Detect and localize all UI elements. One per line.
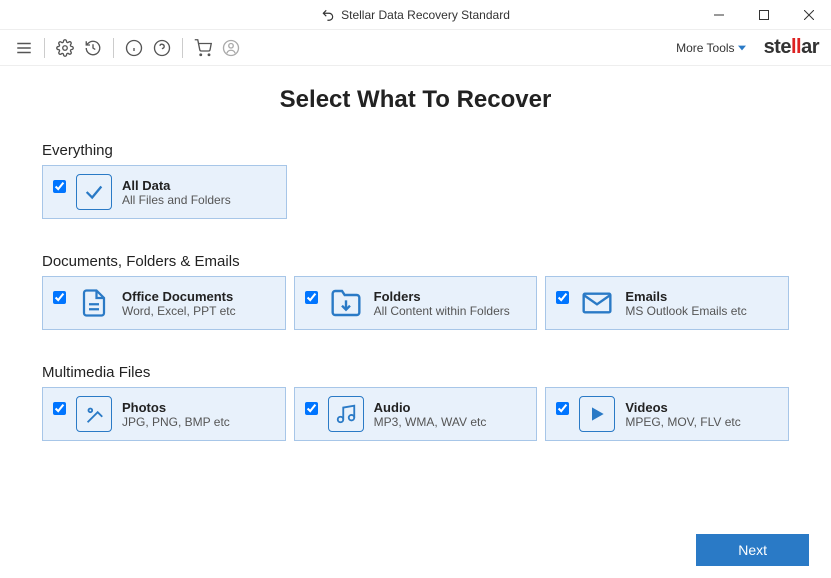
- checkbox-all-data[interactable]: [53, 180, 66, 193]
- history-icon: [84, 39, 102, 57]
- card-title: Folders: [374, 289, 510, 304]
- window-controls: [696, 0, 831, 29]
- music-note-icon: [328, 396, 364, 432]
- gear-icon: [56, 39, 74, 57]
- card-title: Office Documents: [122, 289, 236, 304]
- user-icon: [222, 39, 240, 57]
- info-button[interactable]: [122, 36, 146, 60]
- info-icon: [125, 39, 143, 57]
- separator: [113, 38, 114, 58]
- card-audio[interactable]: Audio MP3, WMA, WAV etc: [294, 387, 538, 441]
- chevron-down-icon: [738, 44, 746, 52]
- section-heading: Everything: [42, 142, 789, 159]
- card-subtitle: MS Outlook Emails etc: [625, 304, 746, 318]
- content: Select What To Recover Everything All Da…: [0, 66, 831, 522]
- window-title: Stellar Data Recovery Standard: [321, 8, 510, 22]
- section-multimedia: Multimedia Files Photos JPG, PNG, BMP et…: [42, 364, 789, 441]
- help-icon: [153, 39, 171, 57]
- maximize-button[interactable]: [741, 0, 786, 30]
- checkbox-folders[interactable]: [305, 291, 318, 304]
- card-title: Audio: [374, 400, 487, 415]
- card-subtitle: MP3, WMA, WAV etc: [374, 415, 487, 429]
- section-documents: Documents, Folders & Emails Office Docum…: [42, 253, 789, 330]
- cart-button[interactable]: [191, 36, 215, 60]
- separator: [44, 38, 45, 58]
- card-office-documents[interactable]: Office Documents Word, Excel, PPT etc: [42, 276, 286, 330]
- card-emails[interactable]: Emails MS Outlook Emails etc: [545, 276, 789, 330]
- section-heading: Multimedia Files: [42, 364, 789, 381]
- document-icon: [76, 285, 112, 321]
- next-button[interactable]: Next: [696, 534, 809, 566]
- toolbar: More Tools stellar: [0, 30, 831, 66]
- more-tools-dropdown[interactable]: More Tools: [676, 41, 745, 55]
- more-tools-label: More Tools: [676, 41, 734, 55]
- folder-download-icon: [328, 285, 364, 321]
- footer: Next: [0, 522, 831, 578]
- minimize-icon: [714, 10, 724, 20]
- titlebar: Stellar Data Recovery Standard: [0, 0, 831, 30]
- card-folders[interactable]: Folders All Content within Folders: [294, 276, 538, 330]
- minimize-button[interactable]: [696, 0, 741, 30]
- close-icon: [804, 10, 814, 20]
- window-title-text: Stellar Data Recovery Standard: [341, 8, 510, 22]
- checkbox-office-documents[interactable]: [53, 291, 66, 304]
- history-button[interactable]: [81, 36, 105, 60]
- checkbox-photos[interactable]: [53, 402, 66, 415]
- card-subtitle: JPG, PNG, BMP etc: [122, 415, 230, 429]
- checkbox-audio[interactable]: [305, 402, 318, 415]
- settings-button[interactable]: [53, 36, 77, 60]
- card-title: Photos: [122, 400, 230, 415]
- envelope-icon: [579, 285, 615, 321]
- image-icon: [76, 396, 112, 432]
- maximize-icon: [759, 10, 769, 20]
- card-title: Videos: [625, 400, 740, 415]
- menu-button[interactable]: [12, 36, 36, 60]
- card-title: Emails: [625, 289, 746, 304]
- checkbox-emails[interactable]: [556, 291, 569, 304]
- user-button[interactable]: [219, 36, 243, 60]
- card-subtitle: All Files and Folders: [122, 193, 231, 207]
- undo-icon: [321, 8, 335, 22]
- section-heading: Documents, Folders & Emails: [42, 253, 789, 270]
- brand-logo: stellar: [764, 36, 819, 59]
- card-all-data[interactable]: All Data All Files and Folders: [42, 165, 287, 219]
- checkbox-videos[interactable]: [556, 402, 569, 415]
- help-button[interactable]: [150, 36, 174, 60]
- card-subtitle: Word, Excel, PPT etc: [122, 304, 236, 318]
- checkmark-icon: [76, 174, 112, 210]
- section-everything: Everything All Data All Files and Folder…: [42, 142, 789, 219]
- card-subtitle: MPEG, MOV, FLV etc: [625, 415, 740, 429]
- hamburger-icon: [15, 39, 33, 57]
- close-button[interactable]: [786, 0, 831, 30]
- card-subtitle: All Content within Folders: [374, 304, 510, 318]
- card-title: All Data: [122, 178, 231, 193]
- card-photos[interactable]: Photos JPG, PNG, BMP etc: [42, 387, 286, 441]
- separator: [182, 38, 183, 58]
- play-icon: [579, 396, 615, 432]
- cart-icon: [194, 39, 212, 57]
- card-videos[interactable]: Videos MPEG, MOV, FLV etc: [545, 387, 789, 441]
- page-title: Select What To Recover: [42, 86, 789, 114]
